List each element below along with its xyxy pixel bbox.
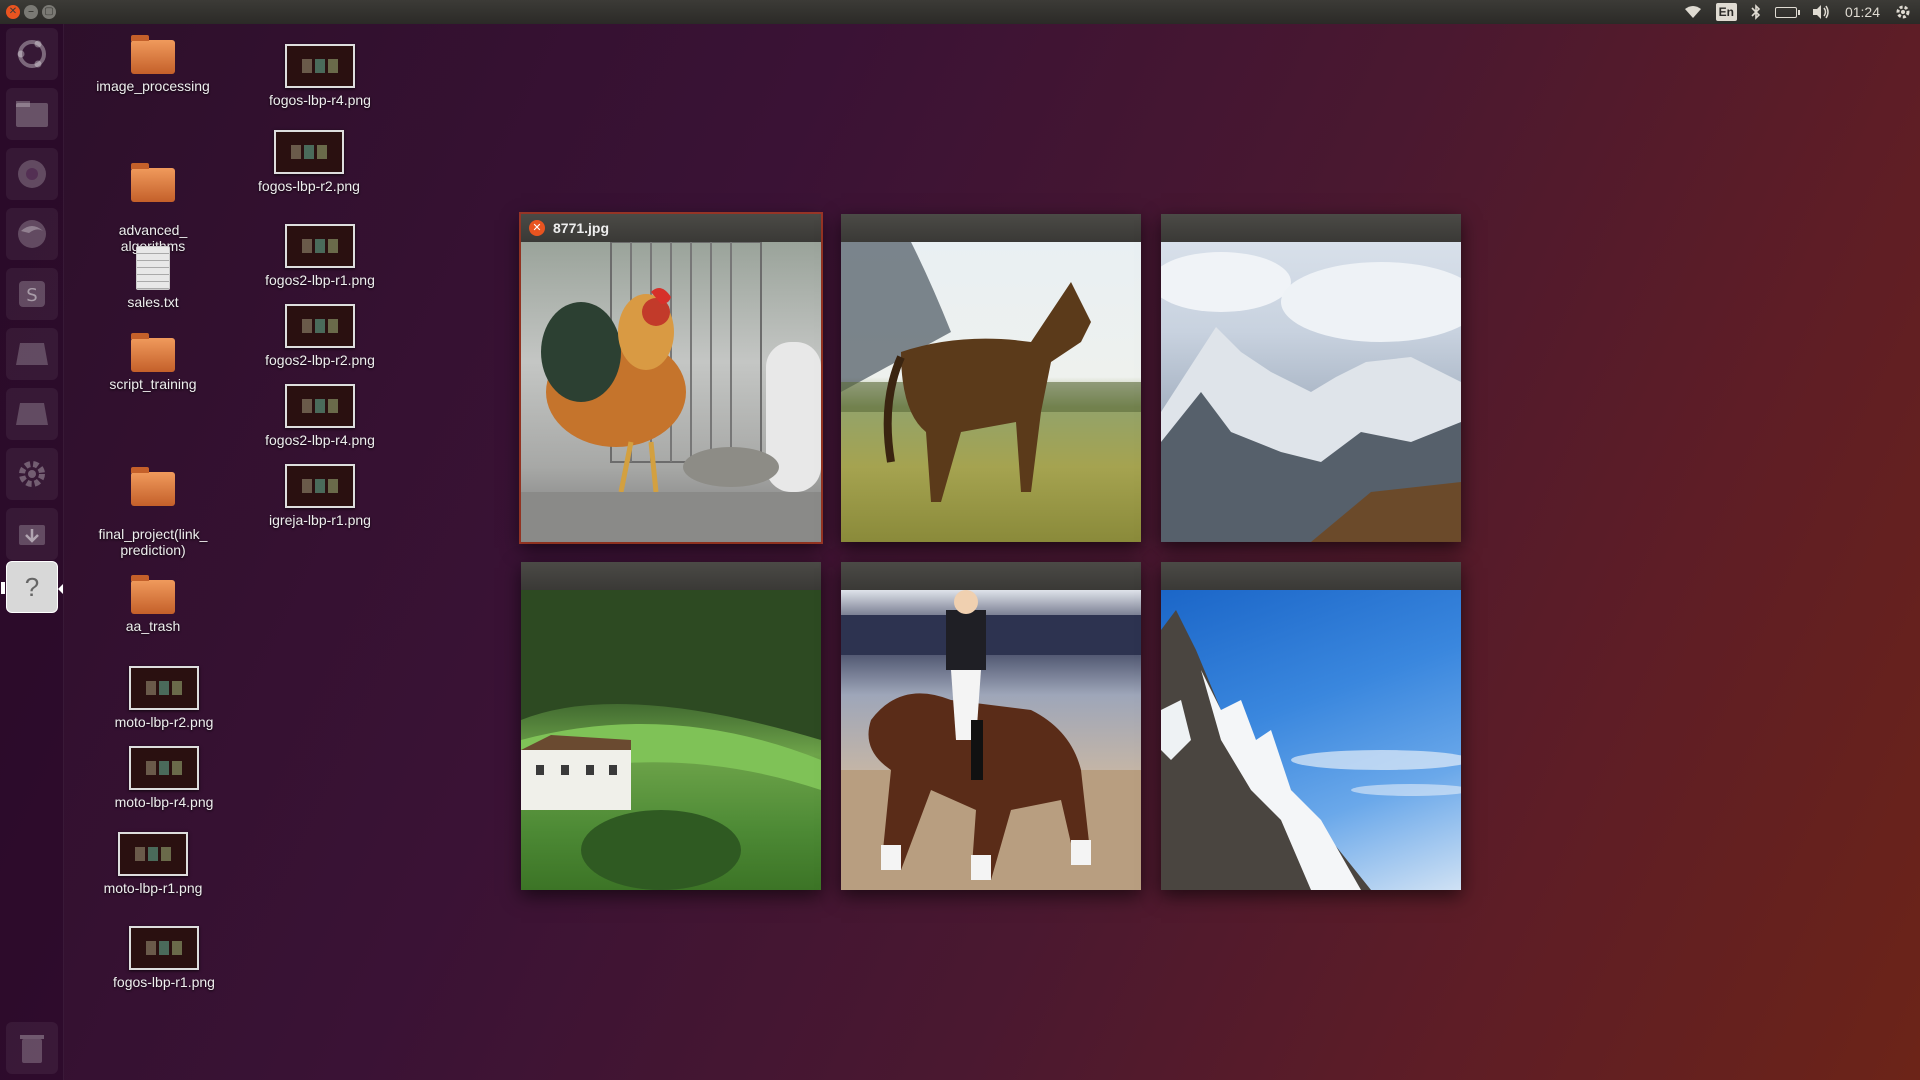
folder-icon <box>131 467 175 506</box>
dressage-rider-image <box>841 590 1141 890</box>
desktop-item-label: final_project(link_ prediction) <box>98 526 208 558</box>
desktop-file-moto-lbp-r4[interactable]: moto-lbp-r4.png <box>94 746 234 810</box>
close-window-button[interactable]: ✕ <box>6 5 20 19</box>
desktop-item-label: moto-lbp-r1.png <box>103 880 203 896</box>
desktop-file-fogos2-lbp-r1[interactable]: fogos2-lbp-r1.png <box>250 224 390 288</box>
desktop-file-sales-txt[interactable]: sales.txt <box>83 246 223 310</box>
libreoffice-writer-icon[interactable] <box>6 388 58 440</box>
window-titlebar <box>1161 562 1461 590</box>
folder-icon <box>131 35 175 74</box>
desktop-item-label: fogos-lbp-r1.png <box>113 974 215 990</box>
volume-icon[interactable] <box>1811 2 1831 22</box>
desktop-item-label: igreja-lbp-r1.png <box>269 512 371 528</box>
libreoffice-impress-icon[interactable] <box>6 328 58 380</box>
desktop-item-label: moto-lbp-r4.png <box>114 794 214 810</box>
window-thumbnail-rocky-peak[interactable] <box>1161 562 1461 890</box>
desktop-file-fogos-lbp-r2[interactable]: fogos-lbp-r2.png <box>239 130 379 194</box>
wifi-icon[interactable] <box>1684 2 1702 22</box>
desktop-file-moto-lbp-r2[interactable]: moto-lbp-r2.png <box>94 666 234 730</box>
window-thumbnail-dressage-rider[interactable] <box>841 562 1141 890</box>
horse-in-field-image <box>841 242 1141 542</box>
image-file-icon <box>129 746 199 790</box>
launcher: S ? <box>0 24 64 1080</box>
files-icon[interactable] <box>6 88 58 140</box>
image-file-icon <box>285 44 355 88</box>
window-controls: ✕ – ▢ <box>0 5 56 19</box>
focused-indicator <box>58 584 63 594</box>
desktop-file-fogos-lbp-r1[interactable]: fogos-lbp-r1.png <box>94 926 234 990</box>
system-settings-icon[interactable] <box>6 448 58 500</box>
image-file-icon <box>285 304 355 348</box>
maximize-window-button[interactable]: ▢ <box>42 5 56 19</box>
desktop-file-fogos2-lbp-r4[interactable]: fogos2-lbp-r4.png <box>250 384 390 448</box>
software-updater-icon[interactable] <box>6 508 58 560</box>
window-thumbnail-snowy-mountains[interactable] <box>1161 214 1461 542</box>
indicator-area: En 01:24 <box>1684 2 1920 22</box>
desktop-item-label: script_training <box>109 376 197 392</box>
running-indicator <box>1 582 5 594</box>
window-titlebar <box>841 562 1141 590</box>
window-titlebar <box>1161 214 1461 242</box>
green-valley-house-image <box>521 590 821 890</box>
image-file-icon <box>118 832 188 876</box>
desktop-item-label: fogos-lbp-r2.png <box>258 178 360 194</box>
desktop-item-label: moto-lbp-r2.png <box>114 714 214 730</box>
folder-icon <box>131 333 175 372</box>
desktop-folder-image-processing[interactable]: image_processing <box>83 35 223 94</box>
folder-icon <box>131 163 175 202</box>
keyboard-layout-indicator[interactable]: En <box>1715 3 1737 21</box>
rocky-peak-image <box>1161 590 1461 890</box>
chromium-icon[interactable] <box>6 148 58 200</box>
battery-icon[interactable] <box>1774 2 1800 22</box>
folder-icon <box>131 575 175 614</box>
minimize-window-button[interactable]: – <box>24 5 38 19</box>
image-file-icon <box>129 666 199 710</box>
desktop-item-label: fogos2-lbp-r2.png <box>265 352 375 368</box>
image-file-icon <box>285 464 355 508</box>
close-icon[interactable]: ✕ <box>529 220 545 236</box>
image-file-icon <box>285 224 355 268</box>
window-thumbnail-green-valley[interactable] <box>521 562 821 890</box>
window-thumbnail-rooster[interactable]: ✕ 8771.jpg <box>521 214 821 542</box>
trash-icon[interactable] <box>6 1022 58 1074</box>
window-titlebar <box>841 214 1141 242</box>
desktop-item-label: fogos-lbp-r4.png <box>269 92 371 108</box>
desktop-item-label: sales.txt <box>127 294 179 310</box>
desktop-item-label: fogos2-lbp-r1.png <box>265 272 375 288</box>
desktop-folder-aa-trash[interactable]: aa_trash <box>83 575 223 634</box>
help-glyph: ? <box>24 571 40 602</box>
desktop-item-label: fogos2-lbp-r4.png <box>265 432 375 448</box>
image-file-icon <box>274 130 344 174</box>
desktop-folder-script-training[interactable]: script_training <box>83 333 223 392</box>
snowy-mountains-image <box>1161 242 1461 542</box>
text-file-icon <box>136 246 170 290</box>
help-icon[interactable]: ? <box>1 561 63 613</box>
desktop-file-fogos2-lbp-r2[interactable]: fogos2-lbp-r2.png <box>250 304 390 368</box>
bluetooth-icon[interactable] <box>1751 2 1761 22</box>
desktop-file-moto-lbp-r1[interactable]: moto-lbp-r1.png <box>83 832 223 896</box>
desktop-item-label: aa_trash <box>125 618 181 634</box>
image-file-icon <box>285 384 355 428</box>
sublime-text-icon[interactable]: S <box>6 268 58 320</box>
window-titlebar: ✕ 8771.jpg <box>521 214 821 242</box>
desktop-folder-final-project[interactable]: final_project(link_ prediction) <box>83 456 223 574</box>
ubuntu-dash-icon[interactable] <box>6 28 58 80</box>
window-title: 8771.jpg <box>553 220 610 236</box>
desktop-file-igreja-lbp-r1[interactable]: igreja-lbp-r1.png <box>250 464 390 528</box>
window-titlebar <box>521 562 821 590</box>
gear-icon[interactable] <box>1894 2 1912 22</box>
svg-text:S: S <box>26 285 37 306</box>
firefox-icon[interactable] <box>6 208 58 260</box>
image-file-icon <box>129 926 199 970</box>
rooster-image <box>521 242 821 542</box>
desktop-item-label: image_processing <box>96 78 210 94</box>
clock[interactable]: 01:24 <box>1845 2 1880 22</box>
window-thumbnail-horse[interactable] <box>841 214 1141 542</box>
desktop-file-fogos-lbp-r4[interactable]: fogos-lbp-r4.png <box>250 44 390 108</box>
top-panel: ✕ – ▢ En 01:24 <box>0 0 1920 24</box>
